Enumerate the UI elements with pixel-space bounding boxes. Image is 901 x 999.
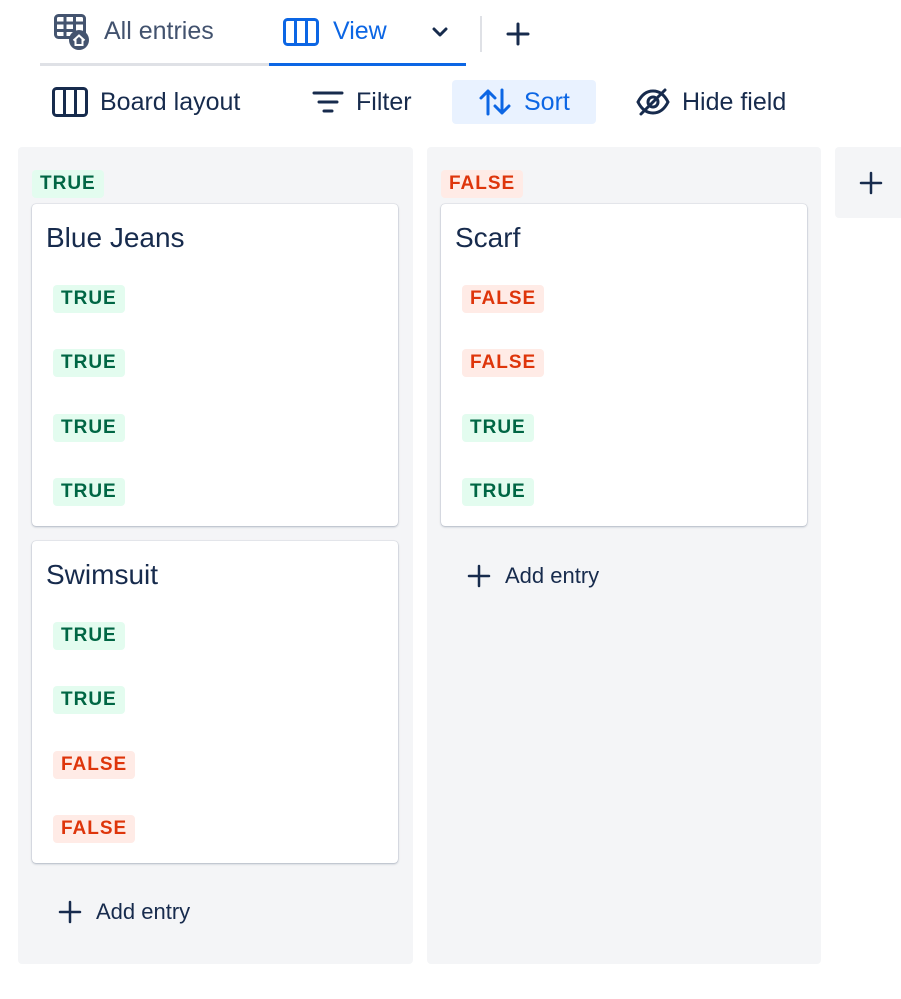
card-field-lozenge: TRUE [53, 478, 125, 506]
filter-icon [312, 90, 344, 114]
sort-label: Sort [524, 87, 570, 116]
board-column-false: FALSE Scarf FALSE FALSE TRUE TRUE Add en… [427, 147, 821, 964]
card-field-lozenge: TRUE [53, 349, 125, 377]
add-view-button[interactable] [498, 14, 538, 54]
card-field-lozenge: TRUE [462, 414, 534, 442]
card-field-lozenge: TRUE [462, 478, 534, 506]
eye-slash-icon [636, 87, 670, 117]
filter-button[interactable]: Filter [300, 80, 424, 124]
column-header-lozenge: FALSE [441, 170, 524, 198]
card-swimsuit[interactable]: Swimsuit TRUE TRUE FALSE FALSE [32, 541, 398, 863]
database-board-view: All entries View Board layout Filter Sor… [0, 0, 901, 999]
add-column-button[interactable] [835, 147, 901, 218]
board-columns-icon [52, 87, 88, 117]
board-toolbar: Board layout Filter Sort Hide field [0, 80, 901, 124]
card-field-lozenge: TRUE [53, 414, 125, 442]
card-field-lozenge: TRUE [53, 285, 125, 313]
plus-icon [506, 22, 530, 46]
board-column-true: TRUE Blue Jeans TRUE TRUE TRUE TRUE Swim… [18, 147, 413, 964]
tab-view-label: View [333, 17, 387, 45]
plus-icon [467, 564, 491, 588]
view-tabs: All entries View [40, 0, 466, 66]
board-layout-label: Board layout [100, 87, 241, 116]
chevron-down-icon[interactable] [432, 26, 448, 38]
board-layout-button[interactable]: Board layout [40, 80, 252, 124]
plus-icon [58, 900, 82, 924]
card-field-lozenge: FALSE [53, 751, 136, 779]
card-field-lozenge: FALSE [462, 349, 545, 377]
sort-arrows-icon [478, 88, 512, 116]
card-field-lozenge: TRUE [53, 686, 125, 714]
add-entry-button[interactable]: Add entry [58, 899, 190, 925]
sort-button[interactable]: Sort [452, 80, 596, 124]
card-field-lozenge: FALSE [53, 815, 136, 843]
card-title: Scarf [455, 222, 521, 253]
plus-icon [859, 171, 883, 195]
add-entry-label: Add entry [96, 899, 191, 924]
table-home-icon [54, 12, 90, 52]
column-header-lozenge: TRUE [32, 170, 104, 198]
card-title: Blue Jeans [46, 222, 185, 253]
card-scarf[interactable]: Scarf FALSE FALSE TRUE TRUE [441, 204, 807, 526]
add-entry-button[interactable]: Add entry [467, 563, 599, 589]
hide-field-button[interactable]: Hide field [624, 80, 798, 124]
board-columns-icon [283, 17, 319, 46]
card-field-lozenge: FALSE [462, 285, 545, 313]
tab-all-entries[interactable]: All entries [40, 0, 269, 66]
tab-all-entries-label: All entries [104, 17, 214, 45]
card-blue-jeans[interactable]: Blue Jeans TRUE TRUE TRUE TRUE [32, 204, 398, 526]
add-entry-label: Add entry [505, 563, 600, 588]
tab-view[interactable]: View [269, 0, 466, 66]
card-title: Swimsuit [46, 559, 159, 590]
card-field-lozenge: TRUE [53, 622, 125, 650]
filter-label: Filter [356, 87, 412, 116]
tabs-divider [480, 16, 482, 52]
hide-field-label: Hide field [682, 87, 787, 116]
